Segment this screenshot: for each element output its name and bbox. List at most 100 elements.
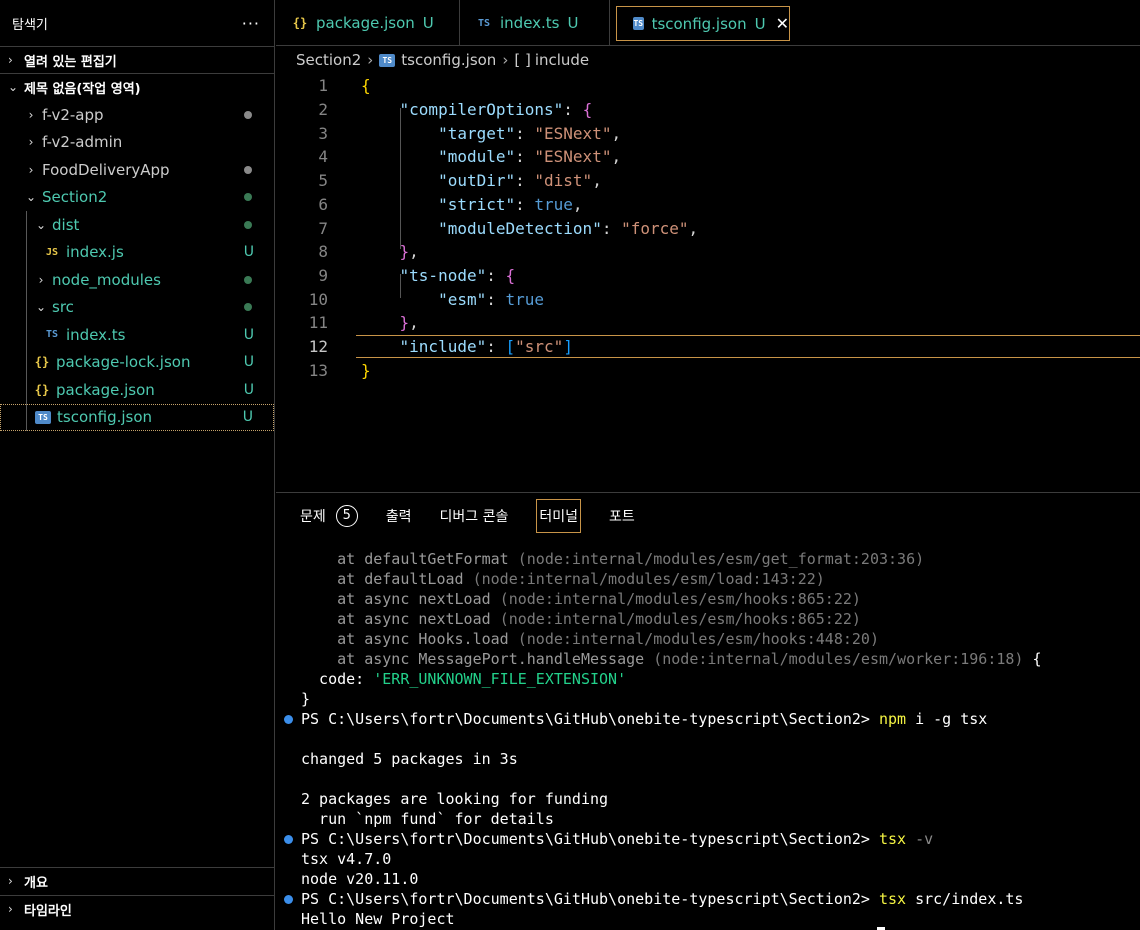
untracked-badge: U	[243, 326, 254, 343]
terminal-args: -v	[906, 830, 934, 848]
outline-section[interactable]: › 개요	[0, 867, 274, 894]
tab-package-json[interactable]: {} package.json U	[276, 0, 460, 46]
terminal-line: node v20.11.0	[276, 869, 1140, 889]
terminal-text: at async nextLoad (node:internal/modules…	[301, 590, 861, 608]
breadcrumb-folder[interactable]: Section2	[296, 51, 361, 69]
terminal-command: tsx	[878, 890, 907, 908]
terminal-text: at defaultLoad (node:internal/modules/es…	[301, 570, 825, 588]
terminal-text: at async MessagePort.handleMessage (node…	[301, 650, 1042, 668]
chevron-right-icon: ›	[28, 107, 34, 122]
tab-ports[interactable]: 포트	[609, 506, 635, 526]
breadcrumb-file[interactable]: tsconfig.json	[401, 51, 496, 69]
tsconfig-file-icon: TS	[633, 17, 644, 30]
terminal-line: 2 packages are looking for funding	[276, 789, 1140, 809]
terminal-text: run `npm fund` for details	[301, 810, 554, 828]
timeline-section[interactable]: › 타임라인	[0, 895, 274, 922]
tree-item-folder-dist[interactable]: ⌄ dist	[0, 211, 274, 239]
tree-item-file-index-ts[interactable]: TS index.ts U	[0, 321, 274, 349]
tab-tsconfig-json[interactable]: TS tsconfig.json U ✕	[616, 6, 790, 41]
chevron-right-icon: ›	[367, 51, 374, 69]
code-text: "module": "ESNext",	[438, 147, 622, 167]
tab-debug-console[interactable]: 디버그 콘솔	[440, 506, 509, 526]
terminal-text: 2 packages are looking for funding	[301, 790, 609, 808]
outline-label: 개요	[24, 875, 48, 891]
tree-item-label: tsconfig.json	[57, 408, 153, 427]
code-text: },	[399, 242, 419, 262]
tab-label: tsconfig.json	[651, 14, 747, 33]
tab-index-ts[interactable]: TS index.ts U	[460, 0, 610, 46]
chevron-down-icon: ⌄	[35, 217, 47, 232]
tree-item-label: Section2	[42, 188, 108, 207]
tab-label: 터미널	[539, 509, 579, 525]
tab-problems[interactable]: 문제 5	[300, 505, 358, 527]
tab-output[interactable]: 출력	[386, 506, 412, 526]
tree-item-label: dist	[52, 215, 80, 234]
tree-item-file-tsconfig-json[interactable]: TS tsconfig.json U	[0, 403, 274, 431]
tree-item-file-package-lock-json[interactable]: {} package-lock.json U	[0, 349, 274, 377]
tree-item-folder-section2[interactable]: ⌄ Section2	[0, 184, 274, 212]
tab-label: index.ts	[500, 14, 560, 32]
tree-item-folder-f-v2-admin[interactable]: › f-v2-admin	[0, 129, 274, 157]
code-line: 2 "compilerOptions": {	[276, 98, 1140, 122]
tree-item-label: package.json	[56, 380, 155, 399]
terminal-output[interactable]: at defaultGetFormat (node:internal/modul…	[276, 549, 1140, 929]
line-number: 2	[318, 100, 328, 120]
tsconfig-file-icon: TS	[35, 410, 51, 424]
terminal-text: code: 'ERR_UNKNOWN_FILE_EXTENSION'	[301, 670, 627, 688]
code-text: "outDir": "dist",	[438, 171, 602, 191]
tab-terminal[interactable]: 터미널	[536, 499, 582, 533]
code-line: 13 }	[276, 358, 1140, 382]
terminal-text: }	[301, 690, 311, 708]
chevron-right-icon: ›	[8, 902, 13, 916]
line-number: 10	[308, 289, 328, 309]
code-line: 1 {	[276, 74, 1140, 98]
tab-label: 문제	[300, 509, 326, 525]
code-line: 4 "module": "ESNext",	[276, 145, 1140, 169]
line-number: 6	[318, 194, 328, 214]
tree-item-folder-food-delivery-app[interactable]: › FoodDeliveryApp	[0, 156, 274, 184]
more-actions-icon[interactable]: ···	[242, 14, 260, 33]
terminal-line: at defaultLoad (node:internal/modules/es…	[276, 569, 1140, 589]
workspace-section[interactable]: ⌄ 제목 없음(작업 영역)	[0, 73, 274, 100]
tree-item-file-package-json[interactable]: {} package.json U	[0, 376, 274, 404]
code-editor[interactable]: 1 { 2 "compilerOptions": { 3 "target": "…	[276, 72, 1140, 492]
code-text: "include": ["src"]	[399, 337, 573, 357]
terminal-text: node v20.11.0	[301, 870, 419, 888]
tree-item-label: FoodDeliveryApp	[42, 160, 170, 179]
open-editors-section[interactable]: › 열려 있는 편집기	[0, 46, 274, 73]
command-status-dot-icon[interactable]	[284, 835, 293, 844]
line-number: 13	[308, 360, 328, 380]
modified-dot-icon	[244, 165, 252, 174]
tree-item-folder-src[interactable]: ⌄ src	[0, 294, 274, 322]
tab-status: U	[422, 14, 434, 32]
terminal-text: Hello New Project	[301, 910, 455, 928]
tree-item-folder-f-v2-app[interactable]: › f-v2-app	[0, 101, 274, 129]
tree-item-label: f-v2-admin	[42, 133, 123, 152]
bottom-panel: 문제 5 출력 디버그 콘솔 터미널 포트 at defaultGetForma…	[276, 492, 1140, 930]
terminal-text: at defaultGetFormat (node:internal/modul…	[301, 550, 925, 568]
array-symbol-icon: [ ]	[514, 51, 531, 69]
tab-label: 디버그 콘솔	[439, 509, 509, 525]
terminal-prompt: PS C:\Users\fortr\Documents\GitHub\onebi…	[301, 890, 879, 908]
breadcrumb-symbol[interactable]: include	[535, 51, 589, 69]
chevron-right-icon: ›	[502, 51, 509, 69]
code-line: 5 "outDir": "dist",	[276, 169, 1140, 193]
terminal-text: at async Hooks.load (node:internal/modul…	[301, 630, 879, 648]
chevron-right-icon: ›	[28, 162, 34, 177]
code-line: 9 "ts-node": {	[276, 264, 1140, 288]
command-status-dot-icon[interactable]	[284, 895, 293, 904]
untracked-badge: U	[243, 381, 254, 398]
terminal-prompt: PS C:\Users\fortr\Documents\GitHub\onebi…	[301, 710, 879, 728]
tree-item-folder-node-modules[interactable]: › node_modules	[0, 266, 274, 294]
tree-item-file-index-js[interactable]: JS index.js U	[0, 239, 274, 267]
code-text: {	[361, 76, 371, 96]
untracked-badge: U	[243, 354, 254, 371]
code-text: "target": "ESNext",	[438, 123, 622, 143]
terminal-line: at async MessagePort.handleMessage (node…	[276, 649, 1140, 669]
untracked-badge: U	[242, 409, 253, 426]
command-status-dot-icon[interactable]	[284, 715, 293, 724]
tree-item-label: f-v2-app	[42, 105, 104, 124]
terminal-text: at async nextLoad (node:internal/modules…	[301, 610, 861, 628]
close-icon[interactable]: ✕	[776, 14, 789, 33]
terminal-line: Hello New Project	[276, 909, 1140, 929]
